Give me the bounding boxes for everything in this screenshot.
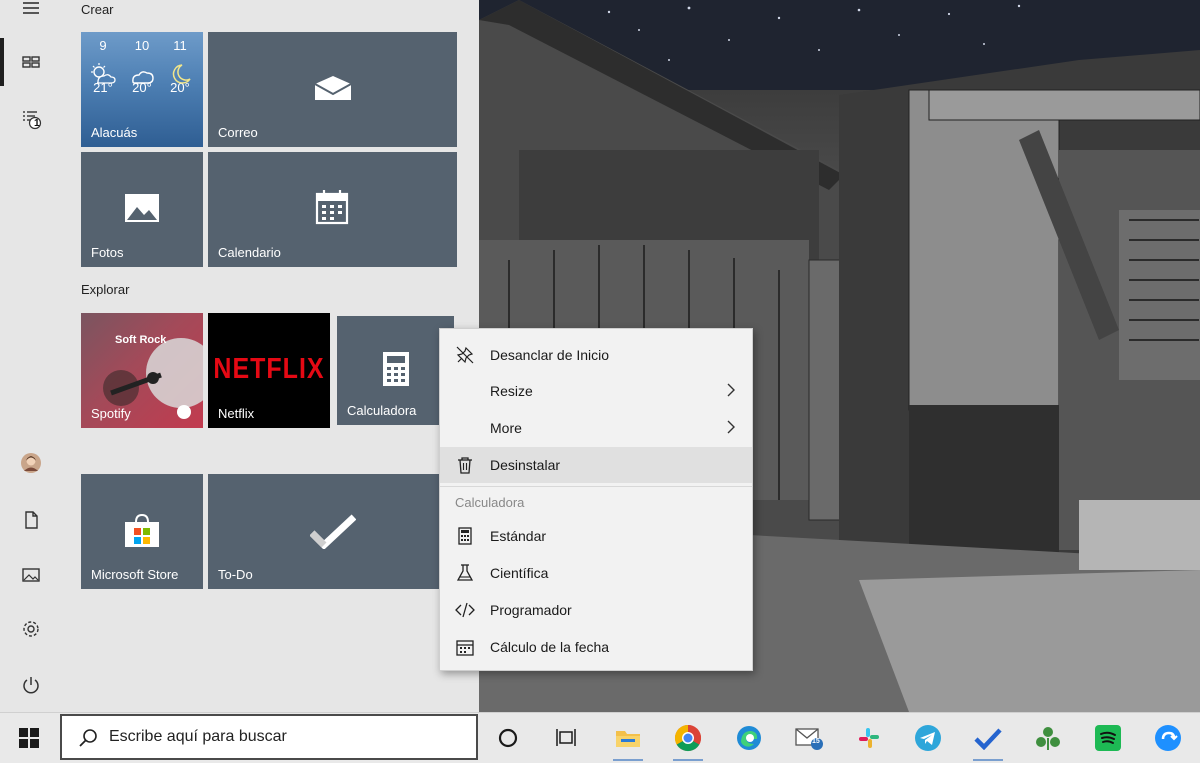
tile-todo[interactable]: To-Do	[208, 474, 457, 589]
photo-icon	[123, 192, 161, 224]
store-bag-icon	[122, 512, 162, 550]
tile-store[interactable]: Microsoft Store	[81, 474, 203, 589]
user-avatar[interactable]	[0, 439, 62, 487]
menu-item-resize[interactable]: Resize	[440, 373, 752, 409]
flask-icon	[455, 563, 475, 583]
tile-calendar-label: Calendario	[218, 245, 281, 260]
context-menu: Desanclar de Inicio Resize More Desinsta…	[439, 328, 753, 671]
group-label-explorar: Explorar	[81, 282, 130, 297]
pictures-icon[interactable]	[0, 551, 62, 599]
taskbar-slack[interactable]	[846, 713, 892, 763]
tile-mail-label: Correo	[218, 125, 258, 140]
edge-icon	[737, 726, 761, 750]
taskbar-todo[interactable]	[965, 713, 1011, 763]
menu-item-scientific[interactable]: Científica	[440, 555, 752, 591]
weather-day-2: 10 20°	[124, 38, 160, 95]
unpin-icon	[455, 345, 475, 365]
cloudy-icon	[132, 71, 154, 84]
tile-store-label: Microsoft Store	[91, 567, 179, 582]
netflix-logo: NETFLIX	[213, 352, 325, 386]
slack-icon	[859, 728, 879, 748]
weather-day-3: 11 20°	[162, 38, 198, 95]
settings-gear-icon[interactable]	[0, 605, 62, 653]
chrome-icon	[674, 724, 702, 752]
pinned-tiles-icon[interactable]	[0, 38, 62, 86]
mail-envelope-icon	[312, 72, 354, 104]
menu-separator	[440, 486, 752, 487]
calculator-icon	[381, 350, 411, 388]
spotify-art-title: Soft Rock	[115, 334, 167, 346]
power-icon[interactable]	[0, 661, 62, 709]
weather-day-1: 9 21°	[85, 38, 121, 95]
app-icon	[1036, 727, 1060, 750]
running-indicator	[973, 759, 1003, 761]
menu-item-unpin[interactable]: Desanclar de Inicio	[440, 337, 752, 373]
taskbar-spotify[interactable]	[1085, 713, 1131, 763]
menu-item-date-calc[interactable]: Cálculo de la fecha	[440, 629, 752, 665]
cortana-button[interactable]	[485, 713, 531, 763]
tile-photos-label: Fotos	[91, 245, 124, 260]
group-label-crear: Crear	[81, 2, 114, 17]
windows-logo-icon	[19, 728, 39, 748]
task-view-button[interactable]	[543, 713, 589, 763]
spotify-icon	[1095, 725, 1121, 751]
search-icon	[78, 728, 98, 753]
documents-icon[interactable]	[0, 496, 62, 544]
menu-item-standard[interactable]: Estándar	[440, 518, 752, 554]
tile-weather[interactable]: 9 21° 10 20° 11 20° Alacuás	[81, 32, 203, 147]
tile-mail[interactable]: Correo	[208, 32, 457, 147]
calendar-icon	[315, 188, 349, 226]
tile-spotify-label: Spotify	[91, 406, 131, 421]
start-menu: 1 Crear Explorar 9 21° 10 20° 11 20° Ala…	[0, 0, 479, 712]
taskbar-file-explorer[interactable]	[605, 713, 651, 763]
mail-unread-badge: 15	[812, 738, 820, 745]
taskbar-app-green[interactable]	[1025, 713, 1071, 763]
tile-todo-label: To-Do	[218, 567, 253, 582]
tile-netflix-label: Netflix	[218, 406, 255, 421]
taskbar-chrome[interactable]	[665, 713, 711, 763]
cortana-icon	[498, 728, 518, 748]
running-indicator	[613, 759, 643, 761]
notification-badge: 1	[34, 118, 40, 129]
menu-item-more[interactable]: More	[440, 410, 752, 446]
checkmark-icon	[309, 512, 357, 550]
taskbar-edge[interactable]	[726, 713, 772, 763]
tile-calculator-label: Calculadora	[347, 403, 417, 418]
tile-photos[interactable]: Fotos	[81, 152, 203, 267]
start-rail: 1	[0, 0, 62, 712]
menu-section-title: Calculadora	[455, 495, 525, 510]
search-placeholder: Escribe aquí para buscar	[109, 728, 287, 745]
trash-icon	[455, 455, 475, 475]
telegram-icon	[915, 725, 941, 751]
chevron-right-icon	[726, 382, 736, 401]
tile-spotify[interactable]: Soft Rock Spotify	[81, 313, 203, 428]
tile-weather-label: Alacuás	[91, 125, 138, 140]
taskbar-telegram[interactable]	[905, 713, 951, 763]
tile-netflix[interactable]: NETFLIX Netflix	[208, 313, 330, 428]
menu-item-programmer[interactable]: Programador	[440, 592, 752, 628]
taskbar-mail[interactable]: 15	[786, 713, 832, 763]
tile-calendar[interactable]: Calendario	[208, 152, 457, 267]
task-view-icon	[556, 729, 576, 746]
app-icon	[1155, 725, 1181, 751]
windows-start-button[interactable]	[0, 713, 58, 763]
running-indicator	[673, 759, 703, 761]
menu-item-uninstall[interactable]: Desinstalar	[440, 447, 752, 483]
taskbar-search-box[interactable]: Escribe aquí para buscar	[60, 714, 478, 760]
tile-calculator[interactable]: Calculadora	[337, 316, 454, 425]
file-explorer-icon	[616, 731, 640, 747]
code-icon	[455, 600, 475, 620]
all-apps-icon[interactable]: 1	[0, 95, 62, 143]
hamburger-menu-icon[interactable]	[0, 0, 62, 32]
chevron-right-icon	[726, 419, 736, 438]
taskbar: Escribe aquí para buscar 15	[0, 712, 1200, 763]
calendar-icon	[455, 637, 475, 657]
taskbar-app-blue[interactable]	[1145, 713, 1191, 763]
calculator-icon	[455, 526, 475, 546]
todo-icon	[974, 728, 1002, 750]
moon-icon	[172, 64, 191, 84]
partly-sunny-icon	[91, 63, 116, 84]
spotify-logo-icon	[177, 405, 191, 419]
